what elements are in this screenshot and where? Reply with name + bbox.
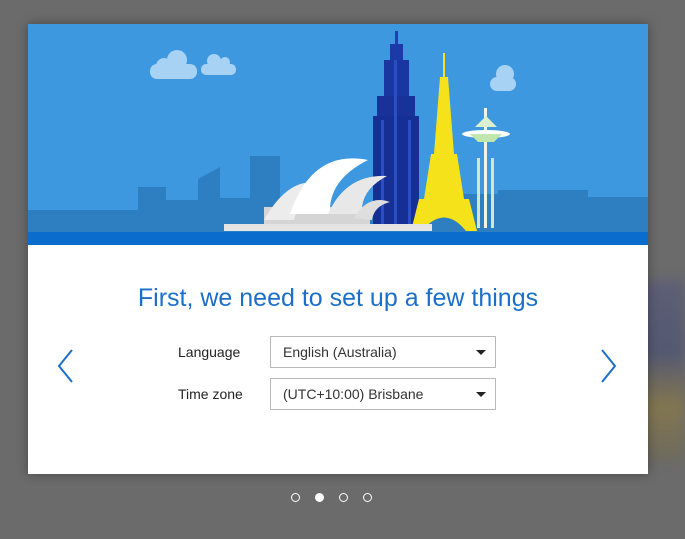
page-dot-2[interactable] <box>315 493 324 502</box>
timezone-label: Time zone <box>178 386 243 402</box>
page-dot-4[interactable] <box>363 493 372 502</box>
landmarks-banner <box>28 24 648 245</box>
page-dot-1[interactable] <box>291 493 300 502</box>
page-title: First, we need to set up a few things <box>137 284 539 312</box>
timezone-value: (UTC+10:00) Brisbane <box>283 386 424 402</box>
caret-down-icon <box>476 350 486 355</box>
page-indicator <box>291 493 372 502</box>
next-page-button[interactable] <box>596 346 620 386</box>
chevron-right-icon <box>601 349 617 383</box>
language-label: Language <box>178 344 241 360</box>
setup-dialog: First, we need to set up a few things La… <box>28 24 648 474</box>
language-value: English (Australia) <box>283 344 397 360</box>
chevron-left-icon <box>57 349 73 383</box>
timezone-select[interactable]: (UTC+10:00) Brisbane <box>270 378 496 410</box>
language-row: Language English (Australia) <box>178 335 496 369</box>
previous-page-button[interactable] <box>54 346 78 386</box>
caret-down-icon <box>476 392 486 397</box>
page-dot-3[interactable] <box>339 493 348 502</box>
timezone-row: Time zone (UTC+10:00) Brisbane <box>178 377 496 411</box>
language-select[interactable]: English (Australia) <box>270 336 496 368</box>
